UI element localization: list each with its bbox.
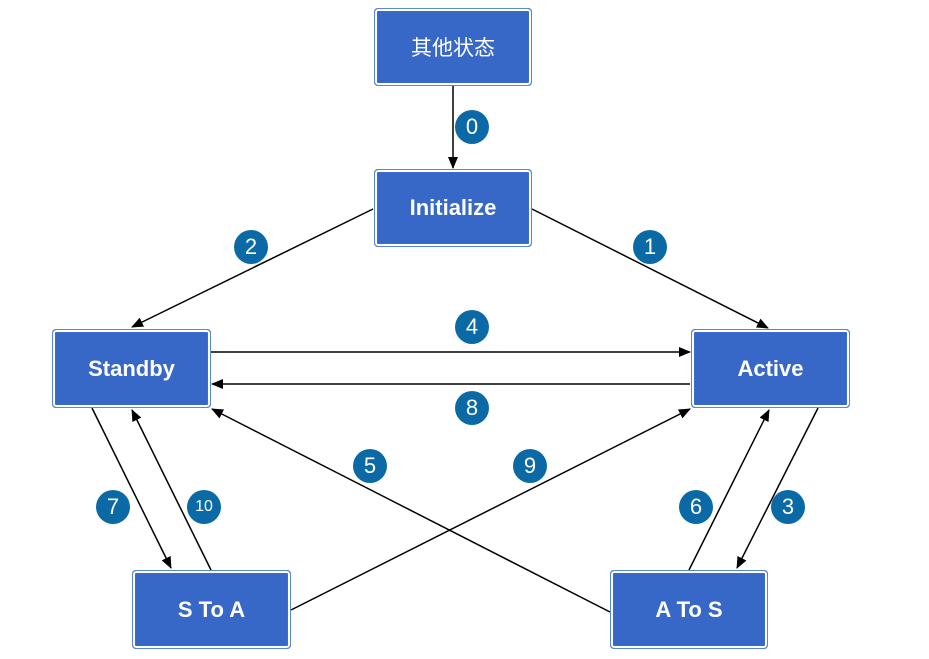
edge-label-4: 4 [455, 310, 489, 344]
edge-label-2: 2 [234, 230, 268, 264]
edge-label-6: 6 [679, 490, 713, 524]
edge-3 [736, 407, 819, 569]
edge-label-3: 3 [771, 490, 805, 524]
edge-1 [531, 208, 769, 329]
edge-label-0: 0 [455, 110, 489, 144]
node-a-to-s[interactable]: A To S [610, 570, 768, 649]
node-initialize[interactable]: Initialize [374, 169, 532, 247]
edge-7 [91, 407, 172, 569]
edge-2 [131, 208, 374, 328]
edge-label-7: 7 [96, 490, 130, 524]
node-standby[interactable]: Standby [52, 329, 211, 408]
edge-label-5: 5 [353, 449, 387, 483]
node-other-state[interactable]: 其他状态 [374, 8, 532, 86]
edge-label-1: 1 [633, 230, 667, 264]
edge-label-9: 9 [513, 449, 547, 483]
edge-label-8: 8 [455, 391, 489, 425]
node-active[interactable]: Active [691, 329, 850, 408]
node-s-to-a[interactable]: S To A [132, 570, 291, 649]
edge-label-10: 10 [187, 490, 221, 524]
